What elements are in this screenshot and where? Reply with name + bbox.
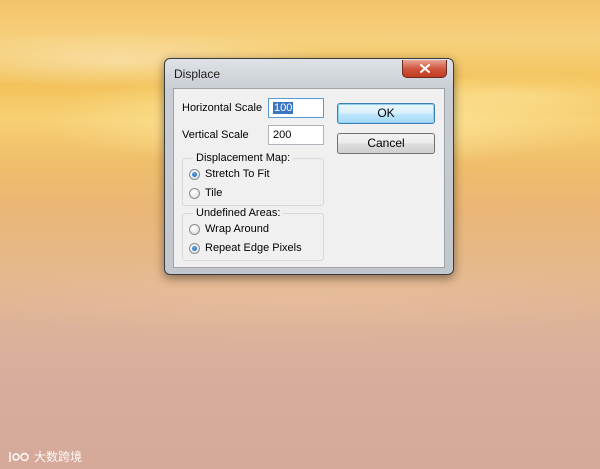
logo-icon bbox=[9, 451, 29, 462]
vertical-scale-value: 200 bbox=[273, 129, 292, 141]
close-icon bbox=[419, 64, 430, 73]
dialog-title: Displace bbox=[174, 67, 221, 81]
horizontal-scale-value: 100 bbox=[273, 102, 294, 114]
horizontal-scale-input[interactable]: 100 bbox=[268, 98, 324, 118]
stretch-to-fit-label: Stretch To Fit bbox=[205, 168, 270, 180]
watermark: 大数跨境 bbox=[8, 448, 82, 465]
displacement-map-group: Displacement Map: Stretch To Fit Tile bbox=[182, 152, 324, 206]
close-button[interactable] bbox=[402, 60, 447, 78]
wrap-around-radio[interactable] bbox=[189, 223, 200, 235]
dialog-body: Horizontal Scale 100 Vertical Scale 200 … bbox=[173, 88, 445, 268]
title-bar[interactable]: Displace bbox=[165, 59, 453, 87]
repeat-edge-pixels-label: Repeat Edge Pixels bbox=[205, 242, 302, 254]
stretch-to-fit-radio[interactable] bbox=[189, 168, 200, 180]
tile-label: Tile bbox=[205, 187, 223, 199]
tile-option[interactable]: Tile bbox=[189, 187, 222, 199]
tile-radio[interactable] bbox=[189, 187, 200, 199]
stretch-to-fit-option[interactable]: Stretch To Fit bbox=[189, 168, 270, 180]
repeat-edge-pixels-option[interactable]: Repeat Edge Pixels bbox=[189, 242, 302, 254]
vertical-scale-label: Vertical Scale bbox=[182, 129, 249, 141]
ok-button[interactable]: OK bbox=[337, 103, 435, 124]
cancel-button[interactable]: Cancel bbox=[337, 133, 435, 154]
wrap-around-label: Wrap Around bbox=[205, 223, 270, 235]
watermark-text: 大数跨境 bbox=[34, 450, 83, 464]
displacement-map-title: Displacement Map: bbox=[193, 152, 294, 164]
wrap-around-option[interactable]: Wrap Around bbox=[189, 223, 269, 235]
repeat-edge-pixels-radio[interactable] bbox=[189, 242, 200, 254]
horizontal-scale-label: Horizontal Scale bbox=[182, 102, 263, 114]
undefined-areas-group: Undefined Areas: Wrap Around Repeat Edge… bbox=[182, 207, 324, 261]
vertical-scale-input[interactable]: 200 bbox=[268, 125, 324, 145]
undefined-areas-title: Undefined Areas: bbox=[193, 207, 284, 219]
displace-dialog: Displace Horizontal Scale 100 Vertical S… bbox=[164, 58, 454, 275]
